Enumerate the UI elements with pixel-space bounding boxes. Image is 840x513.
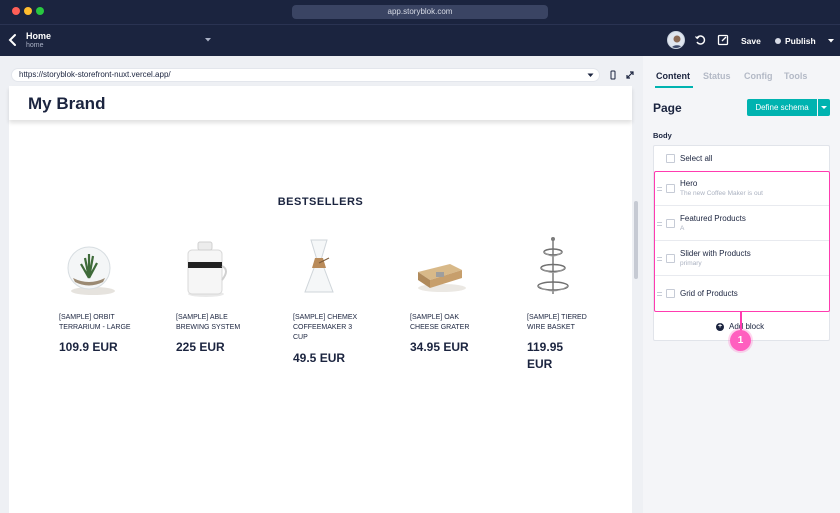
app-header: Home home Save Publish — [0, 24, 840, 56]
avatar[interactable] — [667, 31, 685, 49]
tab-tools[interactable]: Tools — [784, 71, 807, 81]
select-all-row[interactable]: Select all — [654, 146, 829, 170]
browser-chrome: app.storyblok.com — [0, 0, 840, 24]
story-slug: home — [26, 42, 44, 49]
chevron-down-icon[interactable] — [587, 73, 594, 78]
define-schema-button[interactable]: Define schema — [747, 99, 817, 116]
field-label-body: Body — [653, 131, 672, 140]
publish-status-icon — [775, 38, 781, 44]
select-all-label: Select all — [680, 154, 713, 163]
expand-icon[interactable] — [625, 70, 635, 80]
product-price: 119.95 EUR — [527, 340, 564, 372]
product-image — [304, 239, 334, 293]
editor-panel: Content Status Config Tools Page Define … — [643, 56, 840, 513]
product-image — [187, 241, 227, 297]
brand-logo-text[interactable]: My Brand — [28, 94, 105, 114]
product-price: 109.9 EUR — [59, 340, 118, 355]
product-card[interactable]: [SAMPLE] OAK CHEESE GRATER 34.95 EUR — [410, 236, 500, 356]
site-header: My Brand — [9, 86, 632, 120]
maximize-window-button[interactable] — [36, 7, 44, 15]
close-window-button[interactable] — [12, 7, 20, 15]
visual-preview: https://storyblok-storefront-nuxt.vercel… — [0, 56, 643, 513]
product-price: 225 EUR — [176, 340, 225, 355]
product-image — [67, 246, 115, 295]
tab-config[interactable]: Config — [744, 71, 773, 81]
product-name: [SAMPLE] OAK CHEESE GRATER — [410, 314, 470, 332]
add-block-button[interactable]: Add block — [729, 322, 764, 331]
product-card[interactable]: [SAMPLE] ORBIT TERRARIUM - LARGE 109.9 E… — [59, 236, 149, 356]
tab-status[interactable]: Status — [703, 71, 731, 81]
save-button[interactable]: Save — [741, 36, 761, 46]
define-schema-menu-button[interactable] — [818, 99, 830, 116]
product-name: [SAMPLE] TIERED WIRE BASKET — [527, 314, 587, 332]
back-arrow-icon[interactable] — [6, 32, 20, 48]
product-name: [SAMPLE] ORBIT TERRARIUM - LARGE — [59, 314, 131, 332]
story-title: Home — [26, 31, 52, 41]
browser-address-bar[interactable]: app.storyblok.com — [292, 5, 548, 19]
minimize-window-button[interactable] — [24, 7, 32, 15]
product-price: 49.5 EUR — [293, 350, 346, 365]
callout-badge: 1 — [730, 330, 751, 351]
page-title: Page — [653, 101, 682, 115]
section-title: BESTSELLERS — [277, 196, 364, 208]
site-preview: My Brand BESTSELLERS [SAMPLE] ORBIT TERR… — [9, 86, 632, 513]
chevron-down-icon[interactable] — [204, 37, 212, 43]
tab-content[interactable]: Content — [656, 71, 690, 81]
chevron-down-icon[interactable] — [827, 38, 835, 44]
publish-button[interactable]: Publish — [785, 36, 816, 46]
product-name: [SAMPLE] CHEMEX COFFEEMAKER 3 CUP — [293, 314, 358, 342]
mobile-view-icon[interactable] — [608, 70, 618, 80]
select-all-checkbox[interactable] — [666, 154, 675, 163]
product-image — [537, 237, 569, 294]
preview-scrollbar[interactable] — [634, 201, 638, 279]
preview-url-field[interactable]: https://storyblok-storefront-nuxt.vercel… — [11, 68, 600, 82]
product-name: [SAMPLE] ABLE BREWING SYSTEM — [176, 314, 241, 332]
chevron-down-icon — [821, 106, 827, 109]
product-card[interactable]: [SAMPLE] ABLE BREWING SYSTEM 225 EUR — [176, 236, 266, 356]
highlight-box — [654, 171, 830, 312]
add-icon: + — [716, 323, 724, 331]
active-tab-indicator — [655, 86, 693, 88]
history-icon[interactable] — [694, 34, 706, 46]
callout-connector — [740, 311, 742, 331]
product-price: 34.95 EUR — [410, 340, 469, 355]
product-card[interactable]: [SAMPLE] TIERED WIRE BASKET 119.95 EUR — [527, 236, 617, 373]
product-card[interactable]: [SAMPLE] CHEMEX COFFEEMAKER 3 CUP 49.5 E… — [293, 236, 383, 367]
product-image — [418, 264, 466, 292]
external-link-icon[interactable] — [717, 34, 729, 46]
block-list: Select all Hero The new Coffee Maker is … — [653, 145, 830, 341]
